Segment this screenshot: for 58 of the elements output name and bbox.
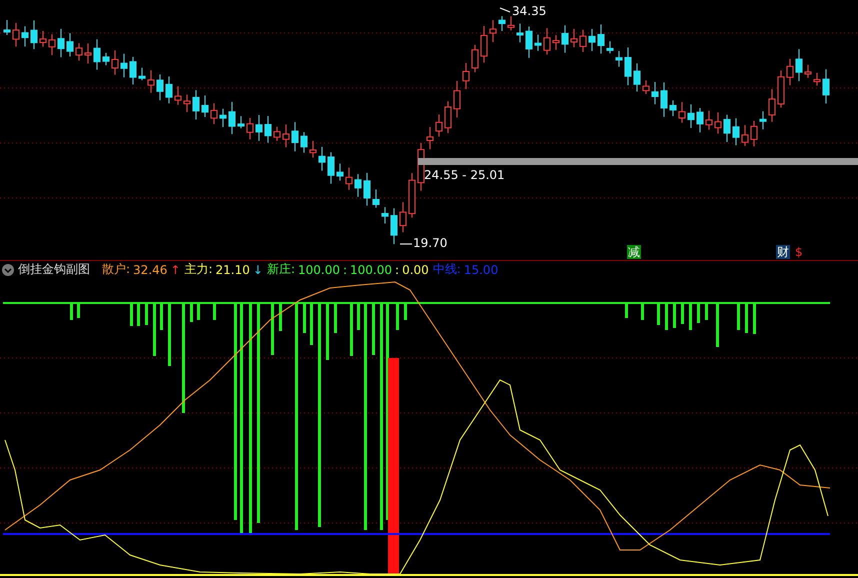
histogram-bar — [70, 303, 73, 320]
histogram-bar — [357, 303, 360, 330]
histogram-bar — [279, 303, 282, 331]
histogram-bar — [705, 303, 708, 320]
collapse-icon[interactable] — [2, 264, 14, 276]
indicator-value: : — [342, 262, 348, 276]
signal-marker: $ — [794, 245, 804, 259]
histogram-bar — [689, 303, 692, 330]
histogram-bar — [745, 303, 748, 333]
indicator-value: 32.46 — [133, 262, 168, 276]
indicator-value: ↓ — [252, 262, 263, 276]
indicator-label: 新庄: — [266, 261, 295, 278]
histogram-bar — [77, 303, 80, 318]
histogram-bar — [145, 303, 148, 325]
histogram-bar — [271, 303, 274, 355]
indicator-value: 21.10 — [216, 262, 250, 276]
indicator-value: 100.00 — [298, 262, 340, 276]
histogram-bar — [213, 303, 216, 320]
histogram-bar — [350, 303, 353, 356]
histogram-bar — [137, 303, 140, 326]
histogram-bar — [753, 303, 756, 334]
price-range-label: 24.55 - 25.01 — [424, 168, 505, 182]
histogram-bar — [641, 303, 644, 320]
indicator-value: 100.00 — [350, 262, 392, 276]
indicator-label: 中线: — [432, 261, 461, 278]
indicator-value: 0.00 — [402, 262, 429, 276]
indicator-label: 散户: — [102, 261, 130, 278]
histogram-bar — [665, 303, 668, 330]
histogram-bar — [737, 303, 740, 330]
indicator-title: 倒挂金钩副图 — [18, 261, 90, 278]
high-price-label: 34.35 — [512, 4, 546, 18]
leader-line — [500, 8, 510, 12]
indicator-value: ↑ — [170, 262, 180, 276]
histogram-bar — [190, 303, 193, 322]
histogram-bar — [334, 303, 337, 333]
histogram-bar — [697, 303, 700, 323]
histogram-bar — [404, 303, 407, 320]
indicator-value: 15.00 — [464, 262, 498, 276]
histogram-bar — [153, 303, 156, 356]
histogram-bar — [657, 303, 660, 325]
histogram-bar — [130, 303, 133, 326]
low-price-label: 19.70 — [413, 236, 448, 250]
histogram-bar — [625, 303, 628, 318]
indicator-label: 主力: — [184, 261, 213, 278]
histogram-bar — [326, 303, 329, 360]
histogram-bar — [197, 303, 200, 320]
histogram-bar — [681, 303, 684, 324]
histogram-bar — [716, 303, 719, 347]
histogram-bar — [396, 303, 399, 330]
histogram-bar — [168, 303, 171, 366]
histogram-bar — [372, 303, 375, 355]
signal-marker: 减 — [627, 245, 641, 259]
signal-marker: 财 — [776, 245, 790, 259]
histogram-bar — [303, 303, 306, 333]
histogram-bar — [310, 303, 313, 345]
histogram-bar — [673, 303, 676, 328]
indicator-value: : — [395, 262, 400, 276]
histogram-bar — [160, 303, 163, 330]
